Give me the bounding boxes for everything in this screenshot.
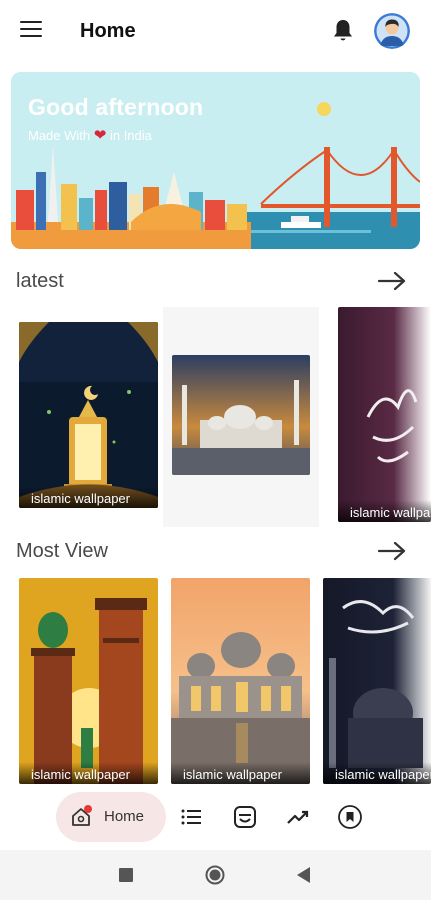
- lantern-image: [19, 322, 158, 508]
- section-title-most-view: Most View: [16, 540, 108, 562]
- home-icon: [72, 805, 92, 826]
- wallpaper-label: islamic wallpaper: [19, 486, 158, 508]
- system-navigation-bar: [0, 850, 431, 900]
- mosque-reflection-image: [171, 578, 310, 784]
- most-view-wallpaper-2[interactable]: islamic wallpaper: [171, 578, 310, 784]
- bookmark-icon[interactable]: [337, 804, 363, 830]
- tagline-prefix: Made With: [28, 128, 91, 143]
- latest-wallpaper-1[interactable]: islamic wallpaper: [19, 322, 158, 508]
- wallpaper-label: islamic wallpaper: [171, 762, 310, 784]
- back-icon[interactable]: [297, 867, 311, 883]
- wallpaper-label: islamic wallpaper: [338, 500, 431, 522]
- minarets-image: [19, 578, 158, 784]
- section-title-latest: latest: [16, 270, 64, 292]
- greeting-banner: Good afternoon Made With ❤ in India: [11, 72, 420, 249]
- most-view-wallpaper-1[interactable]: islamic wallpaper: [19, 578, 158, 784]
- nav-home-tab[interactable]: Home: [56, 792, 166, 842]
- calligraphy-image: [338, 307, 431, 522]
- latest-see-all-arrow-icon[interactable]: [377, 271, 407, 291]
- bottom-navigation: Home: [0, 784, 431, 850]
- latest-wallpaper-2[interactable]: [172, 355, 310, 475]
- trending-icon[interactable]: [285, 804, 311, 830]
- avatar[interactable]: [374, 13, 410, 49]
- greeting-text: Good afternoon: [28, 94, 204, 120]
- recents-icon[interactable]: [119, 868, 133, 882]
- menu-icon[interactable]: [20, 20, 42, 38]
- wallpaper-label: islamic wallpaper: [323, 762, 431, 784]
- wallpaper-label: islamic wallpaper: [19, 762, 158, 784]
- made-in-india-tagline: Made With ❤ in India: [28, 126, 152, 144]
- collections-icon[interactable]: [232, 804, 258, 830]
- home-circle-icon[interactable]: [205, 865, 225, 885]
- page-title: Home: [80, 20, 136, 42]
- alhamdulillah-image: [323, 578, 431, 784]
- latest-wallpaper-3[interactable]: islamic wallpaper: [338, 307, 431, 522]
- bell-icon[interactable]: [331, 18, 355, 44]
- nav-home-label: Home: [104, 808, 145, 825]
- app-bar: Home: [0, 0, 431, 64]
- heart-icon: ❤: [93, 127, 107, 144]
- most-view-see-all-arrow-icon[interactable]: [377, 541, 407, 561]
- most-view-wallpaper-3[interactable]: islamic wallpaper: [323, 578, 431, 784]
- mosque-sunset-image: [172, 355, 310, 475]
- list-icon[interactable]: [179, 804, 205, 830]
- tagline-suffix: in India: [109, 128, 152, 143]
